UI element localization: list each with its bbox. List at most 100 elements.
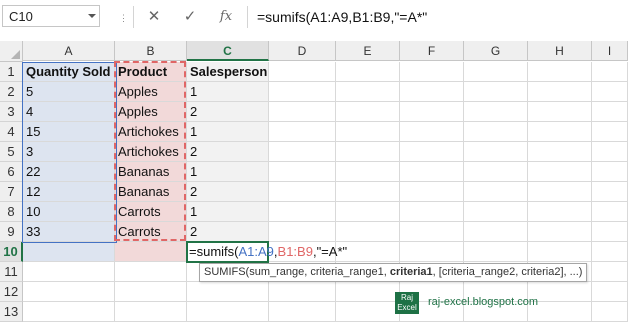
cell-c12[interactable] [187, 282, 269, 302]
cell-c7[interactable]: 2 [187, 182, 269, 202]
cell-b5[interactable]: Artichokes [115, 142, 187, 162]
cell-g7[interactable] [464, 182, 528, 202]
column-header-a[interactable]: A [23, 41, 115, 61]
cell-h1[interactable] [528, 62, 592, 82]
cell-d12[interactable] [269, 282, 336, 302]
cell-i7[interactable] [592, 182, 628, 202]
cell-b9[interactable]: Carrots [115, 222, 187, 242]
cell-e2[interactable] [336, 82, 400, 102]
column-header-h[interactable]: H [528, 41, 592, 61]
cell-a6[interactable]: 22 [23, 162, 115, 182]
cell-d8[interactable] [269, 202, 336, 222]
cell-f5[interactable] [400, 142, 464, 162]
select-all-button[interactable] [0, 41, 23, 62]
cell-h8[interactable] [528, 202, 592, 222]
row-header-10[interactable]: 10 [0, 242, 23, 262]
row-header-9[interactable]: 9 [0, 222, 23, 242]
cell-h6[interactable] [528, 162, 592, 182]
cell-c4[interactable]: 1 [187, 122, 269, 142]
cell-h2[interactable] [528, 82, 592, 102]
row-header-11[interactable]: 11 [0, 262, 23, 282]
cell-b2[interactable]: Apples [115, 82, 187, 102]
cancel-icon[interactable]: ✕ [144, 7, 164, 27]
column-header-f[interactable]: F [400, 41, 464, 61]
cell-d4[interactable] [269, 122, 336, 142]
cell-h10[interactable] [528, 242, 592, 262]
cell-d6[interactable] [269, 162, 336, 182]
cell-i2[interactable] [592, 82, 628, 102]
cell-i12[interactable] [592, 282, 628, 302]
cell-a13[interactable] [23, 302, 115, 322]
cell-c5[interactable]: 2 [187, 142, 269, 162]
cell-edit-text[interactable]: =sumifs(A1:A9,B1:B9,"=A*" [189, 243, 347, 261]
insert-function-icon[interactable]: fx [216, 7, 236, 27]
cell-b8[interactable]: Carrots [115, 202, 187, 222]
cell-a4[interactable]: 15 [23, 122, 115, 142]
cell-c9[interactable]: 2 [187, 222, 269, 242]
column-header-d[interactable]: D [269, 41, 336, 61]
cell-i9[interactable] [592, 222, 628, 242]
cell-c1[interactable]: Salesperson [187, 62, 269, 82]
row-header-8[interactable]: 8 [0, 202, 23, 222]
column-header-g[interactable]: G [464, 41, 528, 61]
cell-c3[interactable]: 2 [187, 102, 269, 122]
cell-i8[interactable] [592, 202, 628, 222]
formula-input[interactable]: =sumifs(A1:A9,B1:B9,"=A*" [257, 7, 427, 27]
cell-b1[interactable]: Product [115, 62, 187, 82]
name-box[interactable]: C10 [2, 5, 100, 27]
cell-e4[interactable] [336, 122, 400, 142]
cell-h3[interactable] [528, 102, 592, 122]
cell-c6[interactable]: 1 [187, 162, 269, 182]
cell-i11[interactable] [592, 262, 628, 282]
cell-b10[interactable] [115, 242, 187, 262]
cell-a5[interactable]: 3 [23, 142, 115, 162]
cell-b3[interactable]: Apples [115, 102, 187, 122]
row-header-2[interactable]: 2 [0, 82, 23, 102]
cell-a2[interactable]: 5 [23, 82, 115, 102]
cell-f1[interactable] [400, 62, 464, 82]
cell-e7[interactable] [336, 182, 400, 202]
name-box-dropdown-icon[interactable] [88, 14, 96, 18]
column-header-c[interactable]: C [187, 41, 269, 61]
column-header-e[interactable]: E [336, 41, 400, 61]
cell-f6[interactable] [400, 162, 464, 182]
cell-c2[interactable]: 1 [187, 82, 269, 102]
row-header-3[interactable]: 3 [0, 102, 23, 122]
cell-g8[interactable] [464, 202, 528, 222]
cell-e9[interactable] [336, 222, 400, 242]
cell-e13[interactable] [336, 302, 400, 322]
cell-g4[interactable] [464, 122, 528, 142]
cell-h4[interactable] [528, 122, 592, 142]
cell-f9[interactable] [400, 222, 464, 242]
cell-e5[interactable] [336, 142, 400, 162]
cell-f4[interactable] [400, 122, 464, 142]
cell-d9[interactable] [269, 222, 336, 242]
cell-b13[interactable] [115, 302, 187, 322]
cell-d13[interactable] [269, 302, 336, 322]
cell-h5[interactable] [528, 142, 592, 162]
cell-e12[interactable] [336, 282, 400, 302]
cell-a8[interactable]: 10 [23, 202, 115, 222]
cell-a11[interactable] [23, 262, 115, 282]
cell-a7[interactable]: 12 [23, 182, 115, 202]
cell-f10[interactable] [400, 242, 464, 262]
column-header-b[interactable]: B [115, 41, 187, 61]
cell-f3[interactable] [400, 102, 464, 122]
cell-g3[interactable] [464, 102, 528, 122]
cell-b6[interactable]: Bananas [115, 162, 187, 182]
cell-b7[interactable]: Bananas [115, 182, 187, 202]
cell-b4[interactable]: Artichokes [115, 122, 187, 142]
row-header-1[interactable]: 1 [0, 62, 23, 82]
cell-e3[interactable] [336, 102, 400, 122]
cell-b12[interactable] [115, 282, 187, 302]
cell-f7[interactable] [400, 182, 464, 202]
cell-a10[interactable] [23, 242, 115, 262]
cell-g9[interactable] [464, 222, 528, 242]
column-header-i[interactable]: I [592, 41, 628, 61]
cell-e6[interactable] [336, 162, 400, 182]
cell-f2[interactable] [400, 82, 464, 102]
formula-bar-grip-icon[interactable]: ⋮ [119, 13, 129, 24]
cell-d7[interactable] [269, 182, 336, 202]
cell-a1[interactable]: Quantity Sold [23, 62, 115, 82]
cell-i3[interactable] [592, 102, 628, 122]
